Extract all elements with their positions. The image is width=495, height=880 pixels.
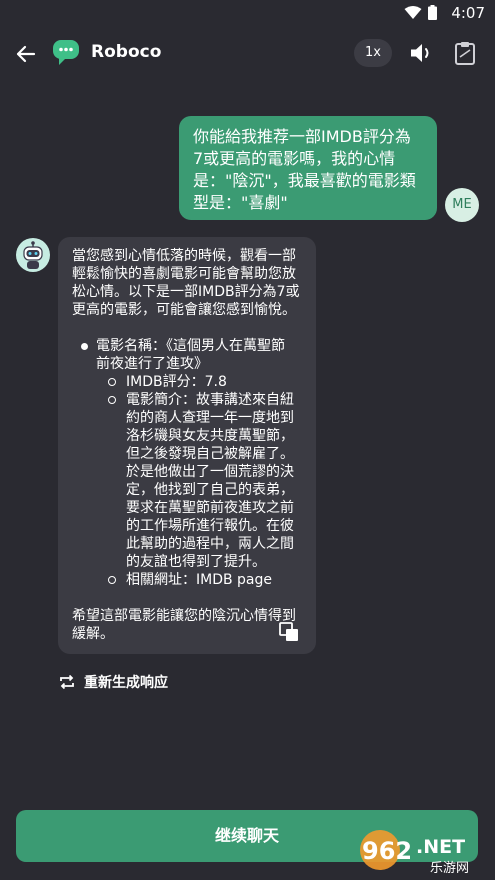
user-message-line: 型是："喜劇" bbox=[193, 193, 288, 212]
regenerate-label: 重新生成响应 bbox=[84, 675, 168, 691]
hollow-bullet-icon bbox=[108, 378, 116, 386]
closing-paragraph: 希望這部電影能讓您的陰沉心情得到 緩解。 bbox=[72, 607, 302, 643]
link-text[interactable]: 相關網址：IMDB page bbox=[126, 571, 302, 589]
watermark-suffix: .NET bbox=[416, 836, 465, 858]
summary-line: 定，他找到了自己的表弟， bbox=[126, 482, 294, 498]
hollow-bullet-icon bbox=[108, 396, 116, 404]
status-bar: 4:07 bbox=[0, 0, 495, 26]
summary-line: 於是他做出了一個荒謬的決 bbox=[126, 464, 294, 480]
robot-icon bbox=[23, 241, 43, 269]
summary-line: 但之後發現自己被解雇了。 bbox=[126, 446, 294, 462]
bot-intro-line: 輕鬆愉快的喜劇電影可能會幫助您放 bbox=[72, 266, 296, 282]
summary-line: 此幫助的過程中，兩人之間 bbox=[126, 536, 294, 552]
user-message-line: 你能給我推荐一部IMDB評分為 bbox=[193, 127, 411, 146]
user-message-line: 7或更高的電影嗎，我的心情 bbox=[193, 149, 396, 168]
watermark-number: 962 bbox=[362, 837, 412, 865]
wifi-icon bbox=[404, 5, 422, 19]
rating-item: IMDB評分：7.8 bbox=[96, 373, 302, 391]
summary-line: 約的商人查理一年一度地到 bbox=[126, 410, 294, 426]
closing-line: 緩解。 bbox=[72, 626, 114, 642]
clipboard-button[interactable] bbox=[452, 40, 478, 66]
volume-button[interactable] bbox=[408, 40, 434, 66]
summary-item: 電影簡介：故事講述來自紐 約的商人查理一年一度地到 洛杉磯與女友共度萬聖節， 但… bbox=[96, 391, 302, 571]
link-item: 相關網址：IMDB page bbox=[96, 571, 302, 589]
closing-line: 希望這部電影能讓您的陰沉心情得到 bbox=[72, 608, 296, 624]
watermark-caption: 乐游网 bbox=[430, 861, 469, 876]
bot-intro-line: 松心情。以下是一部IMDB評分為7或 bbox=[72, 284, 300, 300]
refresh-icon bbox=[60, 674, 74, 690]
movie-title-line: 前夜進行了進攻》 bbox=[96, 356, 208, 372]
bot-logo bbox=[52, 38, 80, 66]
battery-icon bbox=[428, 5, 437, 20]
copy-button[interactable] bbox=[278, 621, 300, 643]
rating-text: IMDB評分：7.8 bbox=[126, 374, 227, 390]
clipboard-icon bbox=[455, 42, 475, 65]
speed-button[interactable]: 1x bbox=[354, 39, 392, 67]
summary-line: 洛杉磯與女友共度萬聖節， bbox=[126, 428, 294, 444]
user-avatar: ME bbox=[445, 188, 479, 222]
bot-intro-line: 當您感到心情低落的時候，觀看一部 bbox=[72, 248, 296, 264]
bot-intro-line: 更高的電影，可能會讓您感到愉悅。 bbox=[72, 302, 296, 318]
app-title: Roboco bbox=[91, 42, 162, 62]
bot-avatar bbox=[16, 238, 50, 272]
arrow-left-icon bbox=[16, 45, 36, 63]
hollow-bullet-icon bbox=[108, 576, 116, 584]
speaker-icon bbox=[411, 44, 429, 62]
back-button[interactable] bbox=[12, 40, 40, 68]
user-message-line: 是："陰沉"，我最喜歡的電影類 bbox=[193, 171, 416, 190]
status-icons bbox=[404, 5, 437, 20]
summary-line: 電影簡介：故事講述來自紐 bbox=[126, 392, 294, 408]
copy-icon bbox=[279, 622, 298, 641]
user-message-bubble: 你能給我推荐一部IMDB評分為 7或更高的電影嗎，我的心情 是："陰沉"，我最喜… bbox=[179, 116, 437, 220]
movie-title-line: 電影名稱：《這個男人在萬聖節 bbox=[96, 338, 285, 354]
regenerate-button[interactable]: 重新生成响应 bbox=[58, 672, 168, 692]
movie-list-item: 電影名稱：《這個男人在萬聖節 前夜進行了進攻》 IMDB評分：7.8 電影簡介：… bbox=[72, 337, 302, 589]
app-bar: Roboco 1x bbox=[0, 26, 495, 82]
summary-line: 的工作場所進行報仇。在彼 bbox=[126, 518, 294, 534]
bot-message-bubble: 當您感到心情低落的時候，觀看一部 輕鬆愉快的喜劇電影可能會幫助您放 松心情。以下… bbox=[58, 237, 316, 654]
summary-line: 的友誼也得到了提升。 bbox=[126, 554, 266, 570]
watermark-logo: 962 .NET 乐游网 bbox=[360, 830, 469, 876]
summary-line: 要求在萬聖節前夜進攻之前 bbox=[126, 500, 294, 516]
chat-bubble-icon bbox=[53, 40, 79, 65]
status-time: 4:07 bbox=[451, 4, 485, 22]
bullet-icon bbox=[81, 343, 88, 350]
